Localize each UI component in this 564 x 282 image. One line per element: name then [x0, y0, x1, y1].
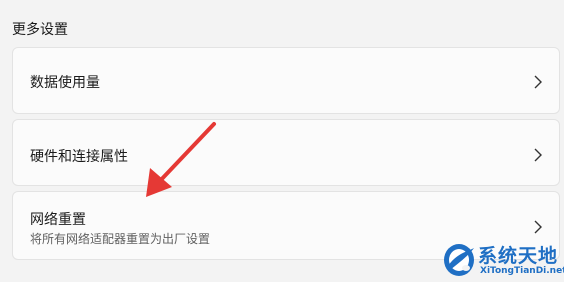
hardware-properties-label: 硬件和连接属性	[30, 149, 128, 165]
watermark-emblem-icon	[444, 244, 474, 276]
section-title: 更多设置	[12, 22, 68, 38]
chevron-right-icon	[534, 148, 542, 162]
data-usage-label: 数据使用量	[30, 75, 100, 91]
chevron-right-icon	[534, 75, 542, 89]
chevron-right-icon	[534, 220, 542, 234]
data-usage-item[interactable]: 数据使用量	[12, 47, 560, 114]
hardware-properties-item[interactable]: 硬件和连接属性	[12, 119, 560, 186]
watermark-text: 系统天地	[478, 245, 559, 267]
network-reset-label: 网络重置	[30, 212, 86, 228]
watermark-url: XiTongTianDi.net	[480, 266, 564, 276]
watermark-logo: 系统天地 XiTongTianDi.net	[442, 238, 564, 282]
network-reset-description: 将所有网络适配器重置为出厂设置	[30, 232, 211, 246]
